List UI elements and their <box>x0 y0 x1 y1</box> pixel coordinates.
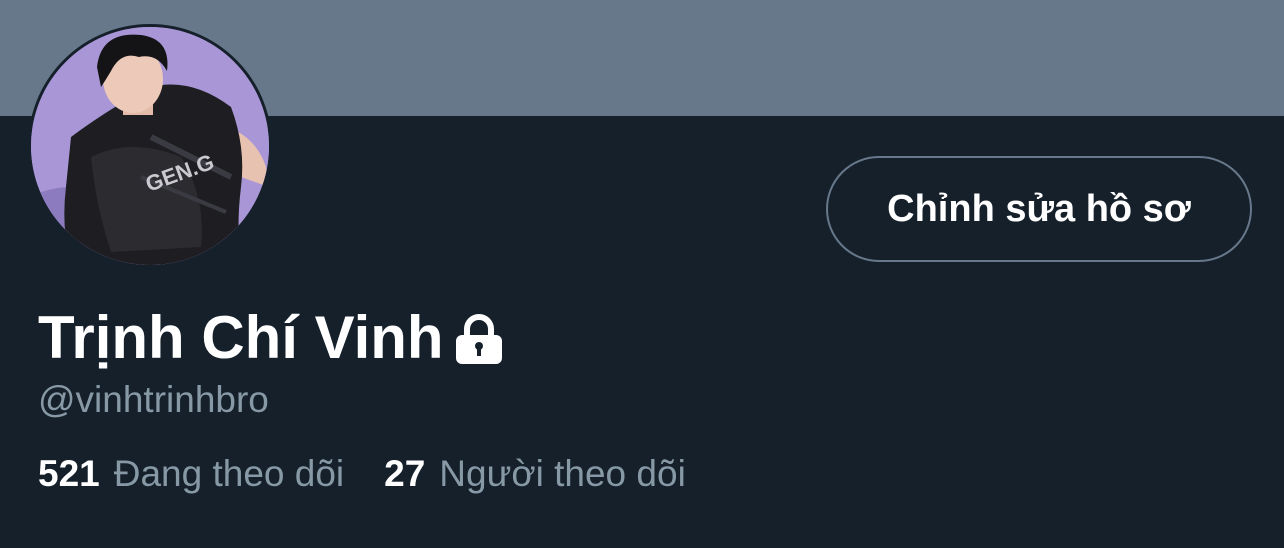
edit-profile-button[interactable]: Chỉnh sửa hồ sơ <box>826 156 1252 262</box>
following-link[interactable]: 521 Đang theo dõi <box>38 448 344 500</box>
following-count: 521 <box>38 453 100 494</box>
follow-stats: 521 Đang theo dõi 27 Người theo dõi <box>38 448 686 500</box>
name-row: Trịnh Chí Vinh <box>38 300 504 376</box>
followers-label: Người theo dõi <box>439 453 686 494</box>
user-handle: @vinhtrinhbro <box>38 379 269 420</box>
display-name: Trịnh Chí Vinh <box>38 304 444 371</box>
following-label: Đang theo dõi <box>113 453 345 494</box>
avatar-photo: GEN.G <box>31 27 269 265</box>
profile-page: GEN.G Chỉnh sửa hồ sơ Trịnh Chí Vinh @vi… <box>0 0 1284 548</box>
followers-count: 27 <box>384 453 426 494</box>
followers-link[interactable]: 27 Người theo dõi <box>384 448 686 500</box>
avatar[interactable]: GEN.G <box>28 24 272 268</box>
lock-icon <box>454 314 504 366</box>
